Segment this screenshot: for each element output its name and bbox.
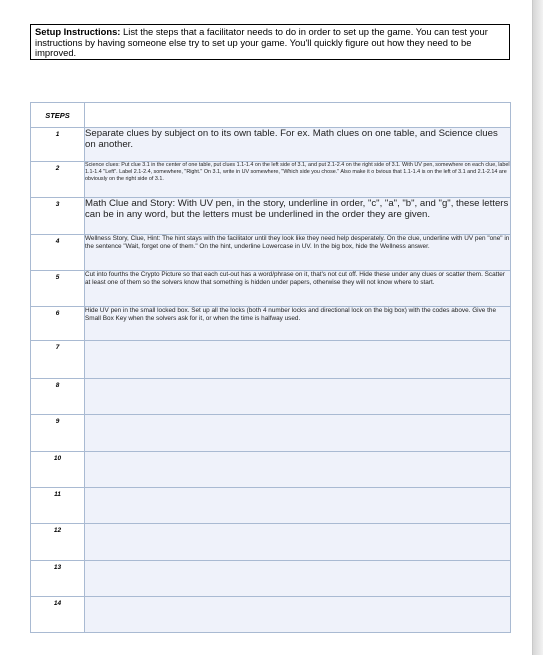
table-row: 11 [30,487,511,524]
step-text[interactable] [84,560,511,597]
setup-instructions-box: Setup Instructions: List the steps that … [30,24,510,60]
step-text[interactable] [84,596,511,633]
table-row: 8 [30,378,511,415]
step-number: 6 [30,306,85,341]
table-row: 7 [30,340,511,379]
step-text[interactable]: Cut into fourths the Crypto Picture so t… [84,270,511,307]
step-text[interactable]: Science clues: Put clue 3.1 in the cente… [84,161,511,198]
step-text[interactable] [84,487,511,524]
table-row: 9 [30,414,511,452]
step-text[interactable] [84,378,511,415]
step-number: 2 [30,161,85,198]
step-number: 7 [30,340,85,379]
step-text[interactable] [84,414,511,452]
table-row: 1 Separate clues by subject on to its ow… [30,127,511,162]
steps-header-blank [84,102,511,128]
step-number: 13 [30,560,85,597]
table-row: 12 [30,523,511,561]
step-number: 8 [30,378,85,415]
step-number: 11 [30,487,85,524]
steps-header-row: STEPS [30,102,511,128]
step-text[interactable]: Wellness Story, Clue, Hint: The hint sta… [84,234,511,271]
step-text[interactable]: Math Clue and Story: With UV pen, in the… [84,197,511,235]
step-number: 10 [30,451,85,488]
steps-header: STEPS [30,102,85,128]
table-row: 4 Wellness Story, Clue, Hint: The hint s… [30,234,511,271]
instructions-heading: Setup Instructions: [35,26,121,37]
step-number: 4 [30,234,85,271]
step-number: 3 [30,197,85,235]
table-row: 6 Hide UV pen in the small locked box. S… [30,306,511,341]
table-row: 14 [30,596,511,633]
step-number: 12 [30,523,85,561]
step-number: 5 [30,270,85,307]
step-number: 14 [30,596,85,633]
table-row: 10 [30,451,511,488]
step-text[interactable] [84,340,511,379]
step-text[interactable] [84,523,511,561]
step-text[interactable] [84,451,511,488]
step-text[interactable]: Hide UV pen in the small locked box. Set… [84,306,511,341]
page-shadow [533,0,543,655]
table-row: 5 Cut into fourths the Crypto Picture so… [30,270,511,307]
table-row: 13 [30,560,511,597]
step-number: 9 [30,414,85,452]
steps-table: STEPS 1 Separate clues by subject on to … [30,102,511,633]
step-text[interactable]: Separate clues by subject on to its own … [84,127,511,162]
table-row: 2 Science clues: Put clue 3.1 in the cen… [30,161,511,198]
step-number: 1 [30,127,85,162]
table-row: 3 Math Clue and Story: With UV pen, in t… [30,197,511,235]
